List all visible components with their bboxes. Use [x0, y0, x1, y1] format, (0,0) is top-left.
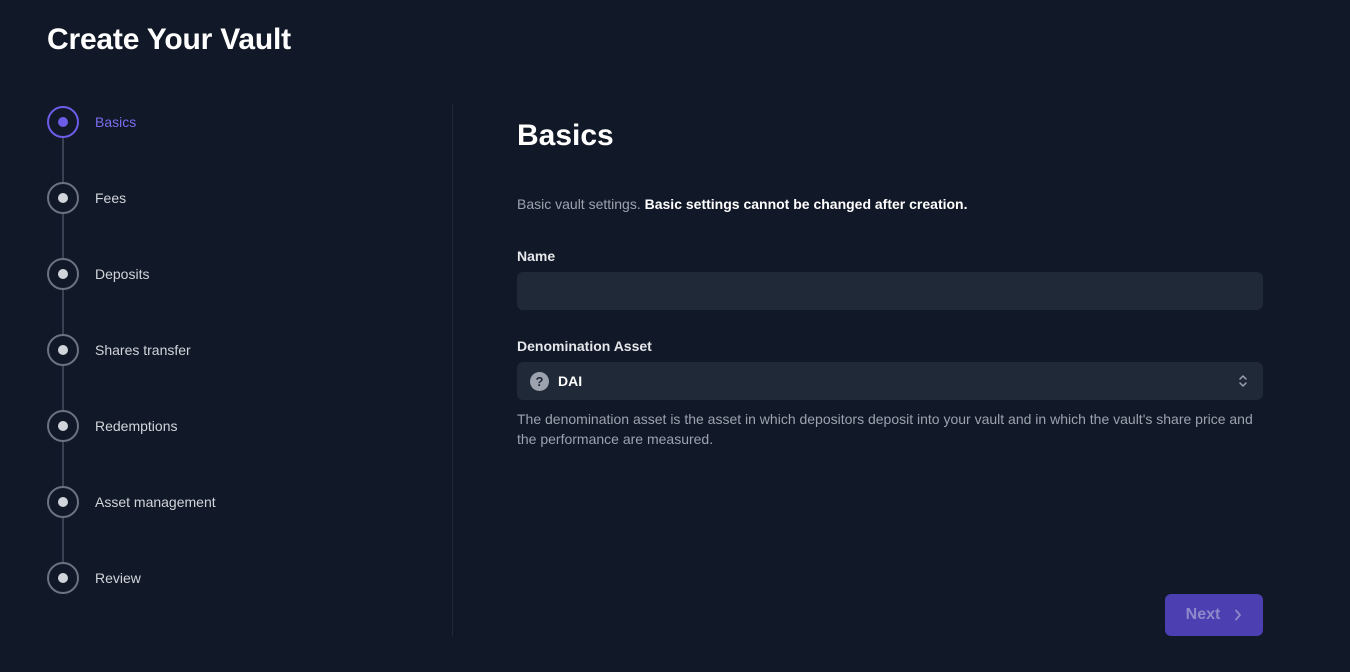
create-vault-page: Create Your Vault Basics Fees Deposits S… [0, 0, 1350, 672]
description-text: Basic vault settings. [517, 196, 641, 212]
step-indicator-icon [47, 182, 79, 214]
step-review[interactable]: Review [47, 562, 427, 594]
step-label: Deposits [95, 266, 150, 282]
vertical-divider [452, 104, 453, 636]
step-deposits[interactable]: Deposits [47, 258, 427, 290]
chevron-right-icon [1234, 609, 1242, 621]
step-indicator-icon [47, 258, 79, 290]
step-indicator-icon [47, 562, 79, 594]
step-basics[interactable]: Basics [47, 106, 427, 138]
step-label: Asset management [95, 494, 216, 510]
step-label: Redemptions [95, 418, 178, 434]
section-description: Basic vault settings. Basic settings can… [517, 194, 1263, 214]
page-title: Create Your Vault [47, 23, 291, 56]
step-asset-management[interactable]: Asset management [47, 486, 427, 518]
step-label: Shares transfer [95, 342, 191, 358]
denomination-asset-label: Denomination Asset [517, 338, 652, 354]
next-button[interactable]: Next [1165, 594, 1263, 636]
step-label: Fees [95, 190, 127, 206]
section-title: Basics [517, 119, 614, 152]
question-mark-icon: ? [530, 371, 549, 391]
step-label: Review [95, 570, 141, 586]
name-label: Name [517, 248, 556, 264]
next-label: Next [1185, 606, 1221, 623]
chevron-updown-icon [1237, 372, 1249, 390]
step-indicator-icon [47, 486, 79, 518]
basics-form: Basics Basic vault settings. Basic setti… [517, 104, 1263, 449]
step-indicator-icon [47, 334, 79, 366]
step-label: Basics [95, 114, 137, 130]
step-indicator-icon [47, 106, 79, 138]
selected-asset: DAI [558, 373, 583, 389]
step-fees[interactable]: Fees [47, 182, 427, 214]
step-shares-transfer[interactable]: Shares transfer [47, 334, 427, 366]
name-input[interactable] [517, 272, 1263, 310]
step-redemptions[interactable]: Redemptions [47, 410, 427, 442]
denomination-asset-helper: The denomination asset is the asset in w… [517, 411, 1253, 447]
stepper: Basics Fees Deposits Shares transfer Red… [47, 106, 427, 594]
step-indicator-icon [47, 410, 79, 442]
description-warning: Basic settings cannot be changed after c… [644, 196, 968, 212]
denomination-asset-select[interactable]: ? DAI [517, 362, 1263, 400]
